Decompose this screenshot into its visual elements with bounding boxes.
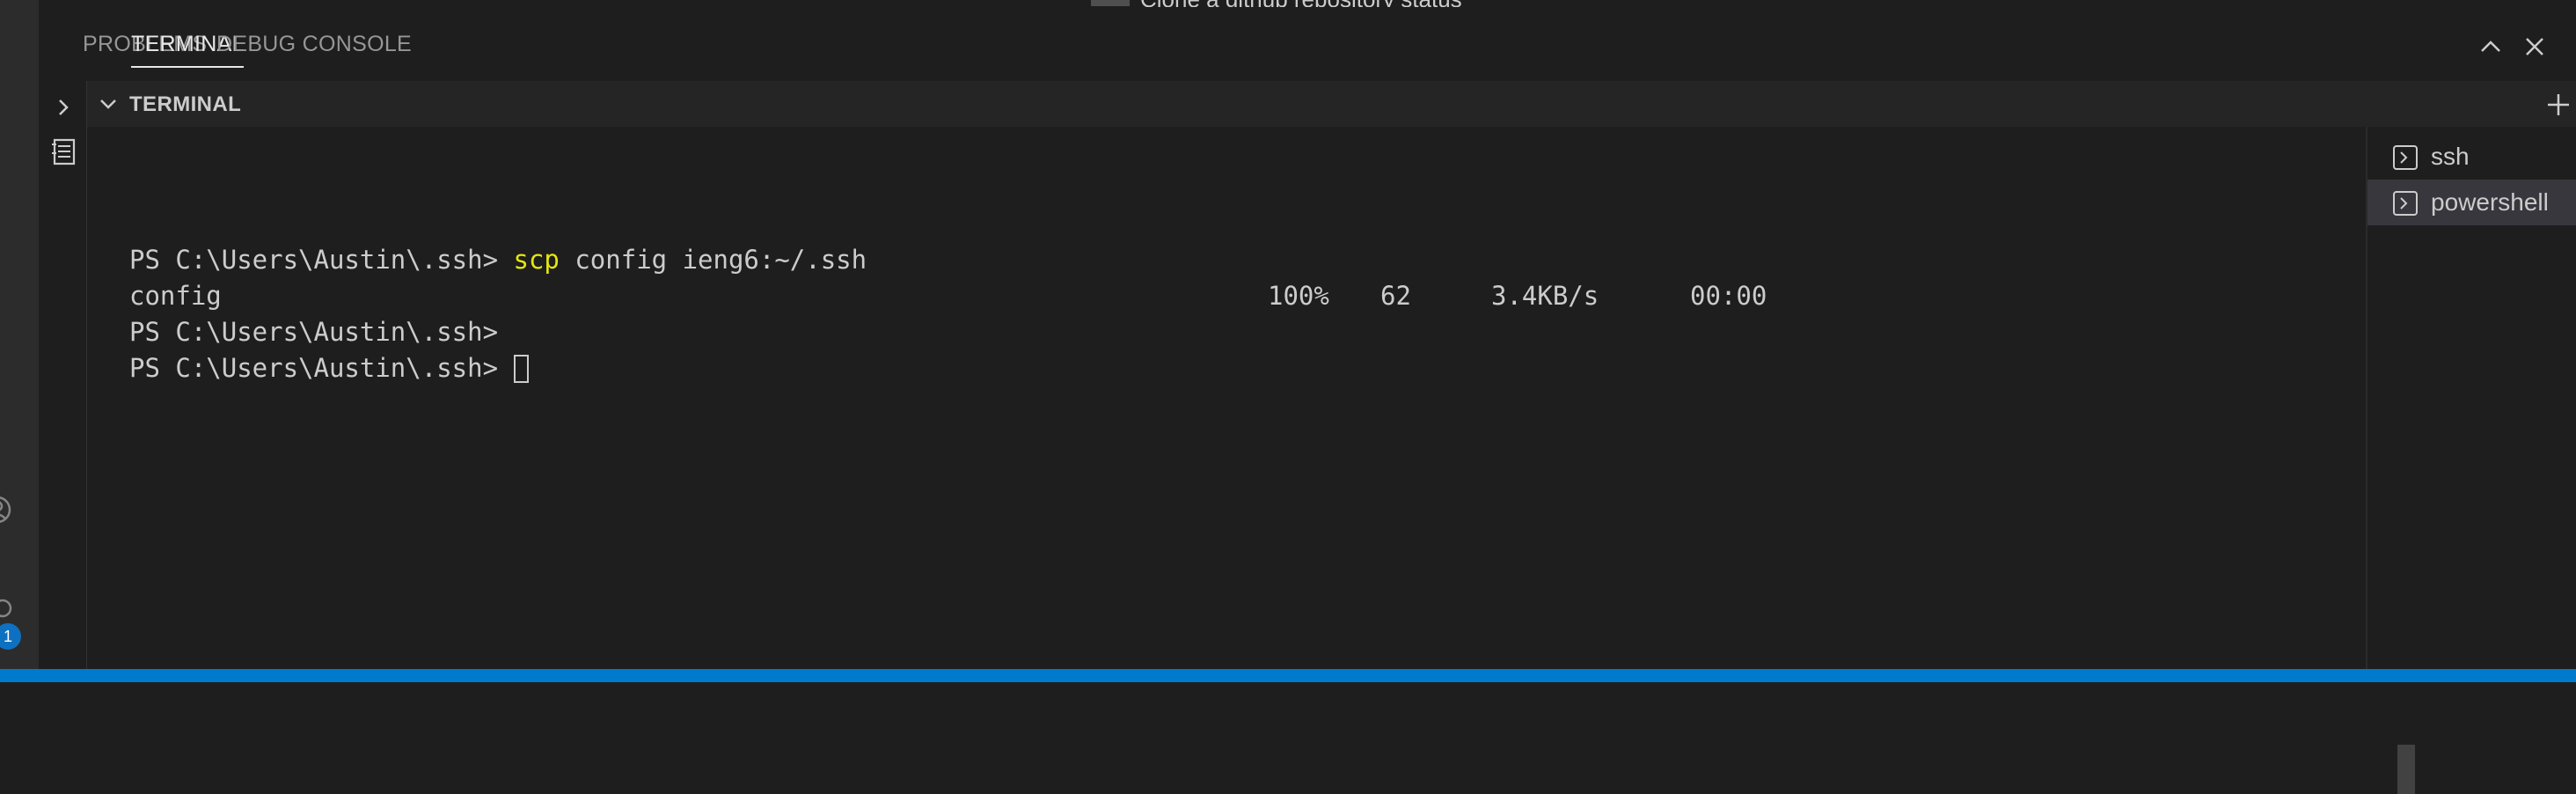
panel-side-strip bbox=[39, 81, 87, 669]
terminal-icon bbox=[2393, 191, 2418, 216]
account-icon[interactable] bbox=[0, 495, 12, 525]
activity-bar: 1 bbox=[0, 0, 39, 669]
close-icon[interactable] bbox=[2520, 32, 2550, 62]
terminal-icon bbox=[2393, 145, 2418, 170]
editor-scrollbar[interactable] bbox=[1091, 0, 1130, 6]
terminal-section-title: TERMINAL bbox=[129, 92, 242, 116]
transfer-rate: 3.4KB/s bbox=[1491, 281, 1599, 311]
terminal-instance-list: ssh powershell bbox=[2366, 127, 2576, 669]
terminal-scrollbar[interactable] bbox=[2397, 745, 2415, 794]
chevron-right-icon[interactable] bbox=[51, 95, 76, 120]
terminal-line: config bbox=[129, 281, 222, 311]
transfer-eta: 00:00 bbox=[1690, 281, 1767, 311]
chevron-down-icon[interactable] bbox=[96, 92, 121, 116]
command-name: scp bbox=[513, 245, 560, 275]
transfer-percent: 100% bbox=[1268, 281, 1329, 311]
terminal-section-header[interactable]: TERMINAL bbox=[87, 81, 2576, 127]
terminal-line: PS C:\Users\Austin\.ssh> scp config ieng… bbox=[129, 245, 867, 275]
terminal-instance-powershell[interactable]: powershell bbox=[2367, 180, 2576, 225]
panel-tabbar: PROBLEMS TERMINAL DEBUG CONSOLE bbox=[39, 7, 2576, 81]
terminal-line: PS C:\Users\Austin\.ssh> bbox=[129, 317, 499, 347]
command-args: config ieng6:~/.ssh bbox=[559, 245, 867, 275]
bottom-panel: PROBLEMS TERMINAL DEBUG CONSOLE TERMINAL bbox=[39, 7, 2576, 794]
terminal-cursor bbox=[513, 355, 529, 383]
tab-debug-console[interactable]: DEBUG CONSOLE bbox=[216, 32, 412, 57]
terminal-instance-ssh[interactable]: ssh bbox=[2367, 134, 2576, 180]
status-bar bbox=[0, 669, 2576, 682]
notification-badge: 1 bbox=[0, 623, 21, 650]
prompt-text: PS C:\Users\Austin\.ssh> bbox=[129, 353, 514, 383]
prompt-text: PS C:\Users\Austin\.ssh> bbox=[129, 245, 514, 275]
notebook-icon[interactable] bbox=[48, 136, 79, 167]
terminal-instance-label: powershell bbox=[2431, 188, 2549, 216]
maximize-panel-icon[interactable] bbox=[2476, 32, 2506, 62]
active-tab-indicator bbox=[131, 66, 244, 68]
gear-icon[interactable] bbox=[0, 595, 16, 621]
transfer-size: 62 bbox=[1380, 281, 1411, 311]
terminal-instance-label: ssh bbox=[2431, 143, 2470, 170]
plus-icon[interactable] bbox=[2543, 90, 2573, 120]
terminal-output[interactable]: PS C:\Users\Austin\.ssh> scp config ieng… bbox=[87, 127, 2415, 794]
terminal-line: PS C:\Users\Austin\.ssh> bbox=[129, 353, 529, 383]
